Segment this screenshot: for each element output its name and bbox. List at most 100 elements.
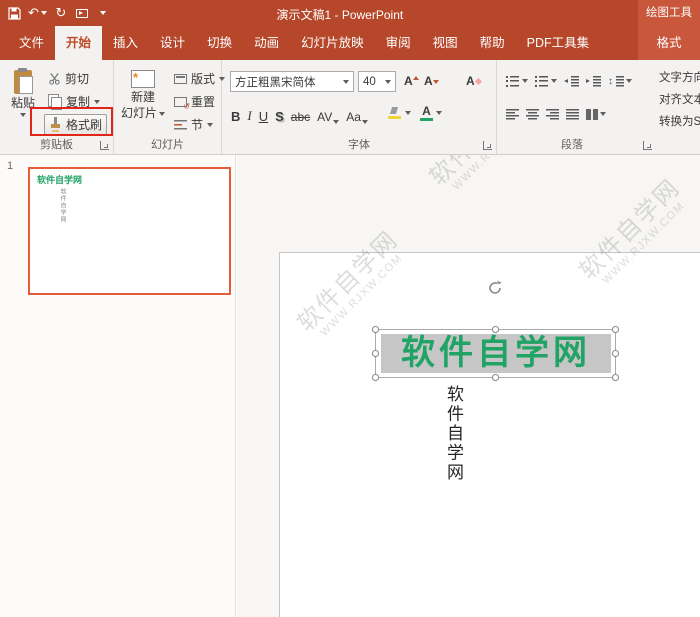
chevron-down-icon (522, 79, 528, 83)
increase-indent-icon (586, 76, 601, 87)
tab-transitions[interactable]: 切换 (196, 26, 243, 60)
tab-animations[interactable]: 动画 (243, 26, 290, 60)
watermark-text: 软件自学网 (402, 155, 559, 214)
section-button[interactable]: 节 (170, 113, 229, 136)
cut-button[interactable]: 剪切 (44, 67, 107, 90)
text-highlight-color-button[interactable] (386, 102, 404, 124)
columns-icon (586, 109, 598, 120)
selection-handle-top-left[interactable] (372, 326, 379, 333)
font-color-button[interactable]: A (418, 102, 435, 124)
character-spacing-icon: AV (317, 110, 332, 124)
tab-format[interactable]: 格式 (638, 26, 700, 60)
tab-home[interactable]: 开始 (55, 26, 102, 60)
align-text-button[interactable]: 对齐文本 (655, 88, 700, 110)
italic-button[interactable]: I (244, 102, 254, 124)
tab-file[interactable]: 文件 (8, 26, 55, 60)
layout-button[interactable]: 版式 (170, 67, 229, 90)
font-group-label: 字体 (222, 136, 496, 152)
shrink-font-button[interactable]: A (424, 74, 439, 88)
slides-group: 新建 幻灯片 版式 重置 节 (114, 60, 222, 154)
numbering-button[interactable] (533, 70, 559, 92)
customize-quick-access-button[interactable] (93, 2, 113, 24)
columns-button[interactable] (584, 103, 608, 125)
justify-button[interactable] (564, 103, 581, 125)
shrink-font-icon: A (424, 74, 433, 88)
convert-smartart-button[interactable]: 转换为SmartArt (655, 110, 700, 132)
cut-icon (48, 72, 61, 85)
italic-icon: I (247, 108, 251, 124)
watermark: 软件自学网 WWW.RJXW.COM (402, 155, 568, 224)
text-shadow-button[interactable]: S (272, 102, 287, 124)
paragraph-group: 文字方向 对齐文本 转换为SmartArt 段落 (497, 60, 700, 154)
new-slide-button[interactable]: 新建 幻灯片 (119, 64, 167, 134)
underline-button[interactable]: U (256, 102, 271, 124)
ribbon-tab-bar: 文件 开始 插入 设计 切换 动画 幻灯片放映 审阅 视图 帮助 PDF工具集 (0, 26, 700, 60)
selection-handle-left[interactable] (372, 350, 379, 357)
textbox-selection-border (375, 329, 616, 378)
slide-1-thumbnail[interactable]: 软件自学网 软件自学网 (28, 167, 231, 295)
tab-help[interactable]: 帮助 (469, 26, 516, 60)
font-name-combo[interactable]: 方正粗黑宋简体 (230, 71, 354, 92)
change-case-button[interactable]: Aa (343, 102, 371, 124)
new-slide-label-line2: 幻灯片 (121, 107, 157, 120)
rotate-handle[interactable] (486, 279, 504, 297)
selection-handle-top-right[interactable] (612, 326, 619, 333)
tab-design[interactable]: 设计 (149, 26, 196, 60)
vertical-text-box[interactable]: 软件自学网 (441, 385, 466, 505)
selection-handle-bottom[interactable] (492, 374, 499, 381)
new-slide-icon (131, 70, 155, 88)
line-spacing-button[interactable] (606, 70, 634, 92)
start-slideshow-button[interactable] (72, 2, 92, 24)
align-center-button[interactable] (524, 103, 541, 125)
selection-handle-top[interactable] (492, 326, 499, 333)
decrease-indent-button[interactable] (562, 70, 581, 92)
selection-handle-bottom-right[interactable] (612, 374, 619, 381)
font-color-swatch (420, 118, 433, 122)
align-right-icon (546, 109, 559, 120)
tab-review[interactable]: 审阅 (375, 26, 422, 60)
selection-handle-right[interactable] (612, 350, 619, 357)
tab-pdf-tools[interactable]: PDF工具集 (516, 26, 601, 60)
tab-slideshow[interactable]: 幻灯片放映 (290, 26, 375, 60)
chevron-down-icon (207, 123, 213, 127)
chevron-down-icon (94, 100, 100, 104)
layout-icon (174, 74, 187, 84)
cut-label: 剪切 (65, 70, 89, 87)
selection-handle-bottom-left[interactable] (372, 374, 379, 381)
undo-button[interactable]: ↶ (25, 2, 50, 24)
section-label: 节 (191, 116, 203, 133)
tutorial-highlight-box (30, 107, 113, 136)
align-right-button[interactable] (544, 103, 561, 125)
reset-button[interactable]: 重置 (170, 90, 229, 113)
clipboard-group-label: 剪贴板 (0, 136, 113, 152)
bullets-button[interactable] (504, 70, 530, 92)
slide-surface[interactable] (279, 252, 700, 617)
font-dialog-launcher[interactable] (483, 141, 492, 150)
highlight-pen-icon (388, 107, 402, 119)
align-center-icon (526, 109, 539, 120)
clear-formatting-button[interactable]: A (466, 74, 481, 88)
save-button[interactable] (4, 2, 24, 24)
tab-view[interactable]: 视图 (422, 26, 469, 60)
window-title: 演示文稿1 - PowerPoint (277, 6, 404, 23)
text-direction-button[interactable]: 文字方向 (655, 66, 700, 88)
align-text-label: 对齐文本 (659, 91, 700, 107)
paragraph-dialog-launcher[interactable] (643, 141, 652, 150)
align-left-button[interactable] (504, 103, 521, 125)
character-spacing-button[interactable]: AV (314, 102, 342, 124)
increase-indent-button[interactable] (584, 70, 603, 92)
grow-font-button[interactable]: A (404, 74, 419, 88)
quick-access-toolbar: ↶ ↻ (4, 0, 113, 26)
titlebar: ↶ ↻ 演示文稿1 - PowerPoint (0, 0, 700, 26)
tab-insert[interactable]: 插入 (102, 26, 149, 60)
font-size-combo[interactable]: 40 (358, 71, 396, 92)
redo-button[interactable]: ↻ (51, 2, 71, 24)
strikethrough-button[interactable]: abc (288, 102, 313, 124)
bullets-icon (506, 76, 520, 87)
bold-button[interactable]: B (228, 102, 243, 124)
undo-icon: ↶ (28, 7, 39, 20)
chevron-down-icon (343, 80, 349, 84)
bold-icon: B (231, 109, 240, 124)
clear-formatting-icon: A (466, 74, 475, 88)
clipboard-dialog-launcher[interactable] (100, 141, 109, 150)
